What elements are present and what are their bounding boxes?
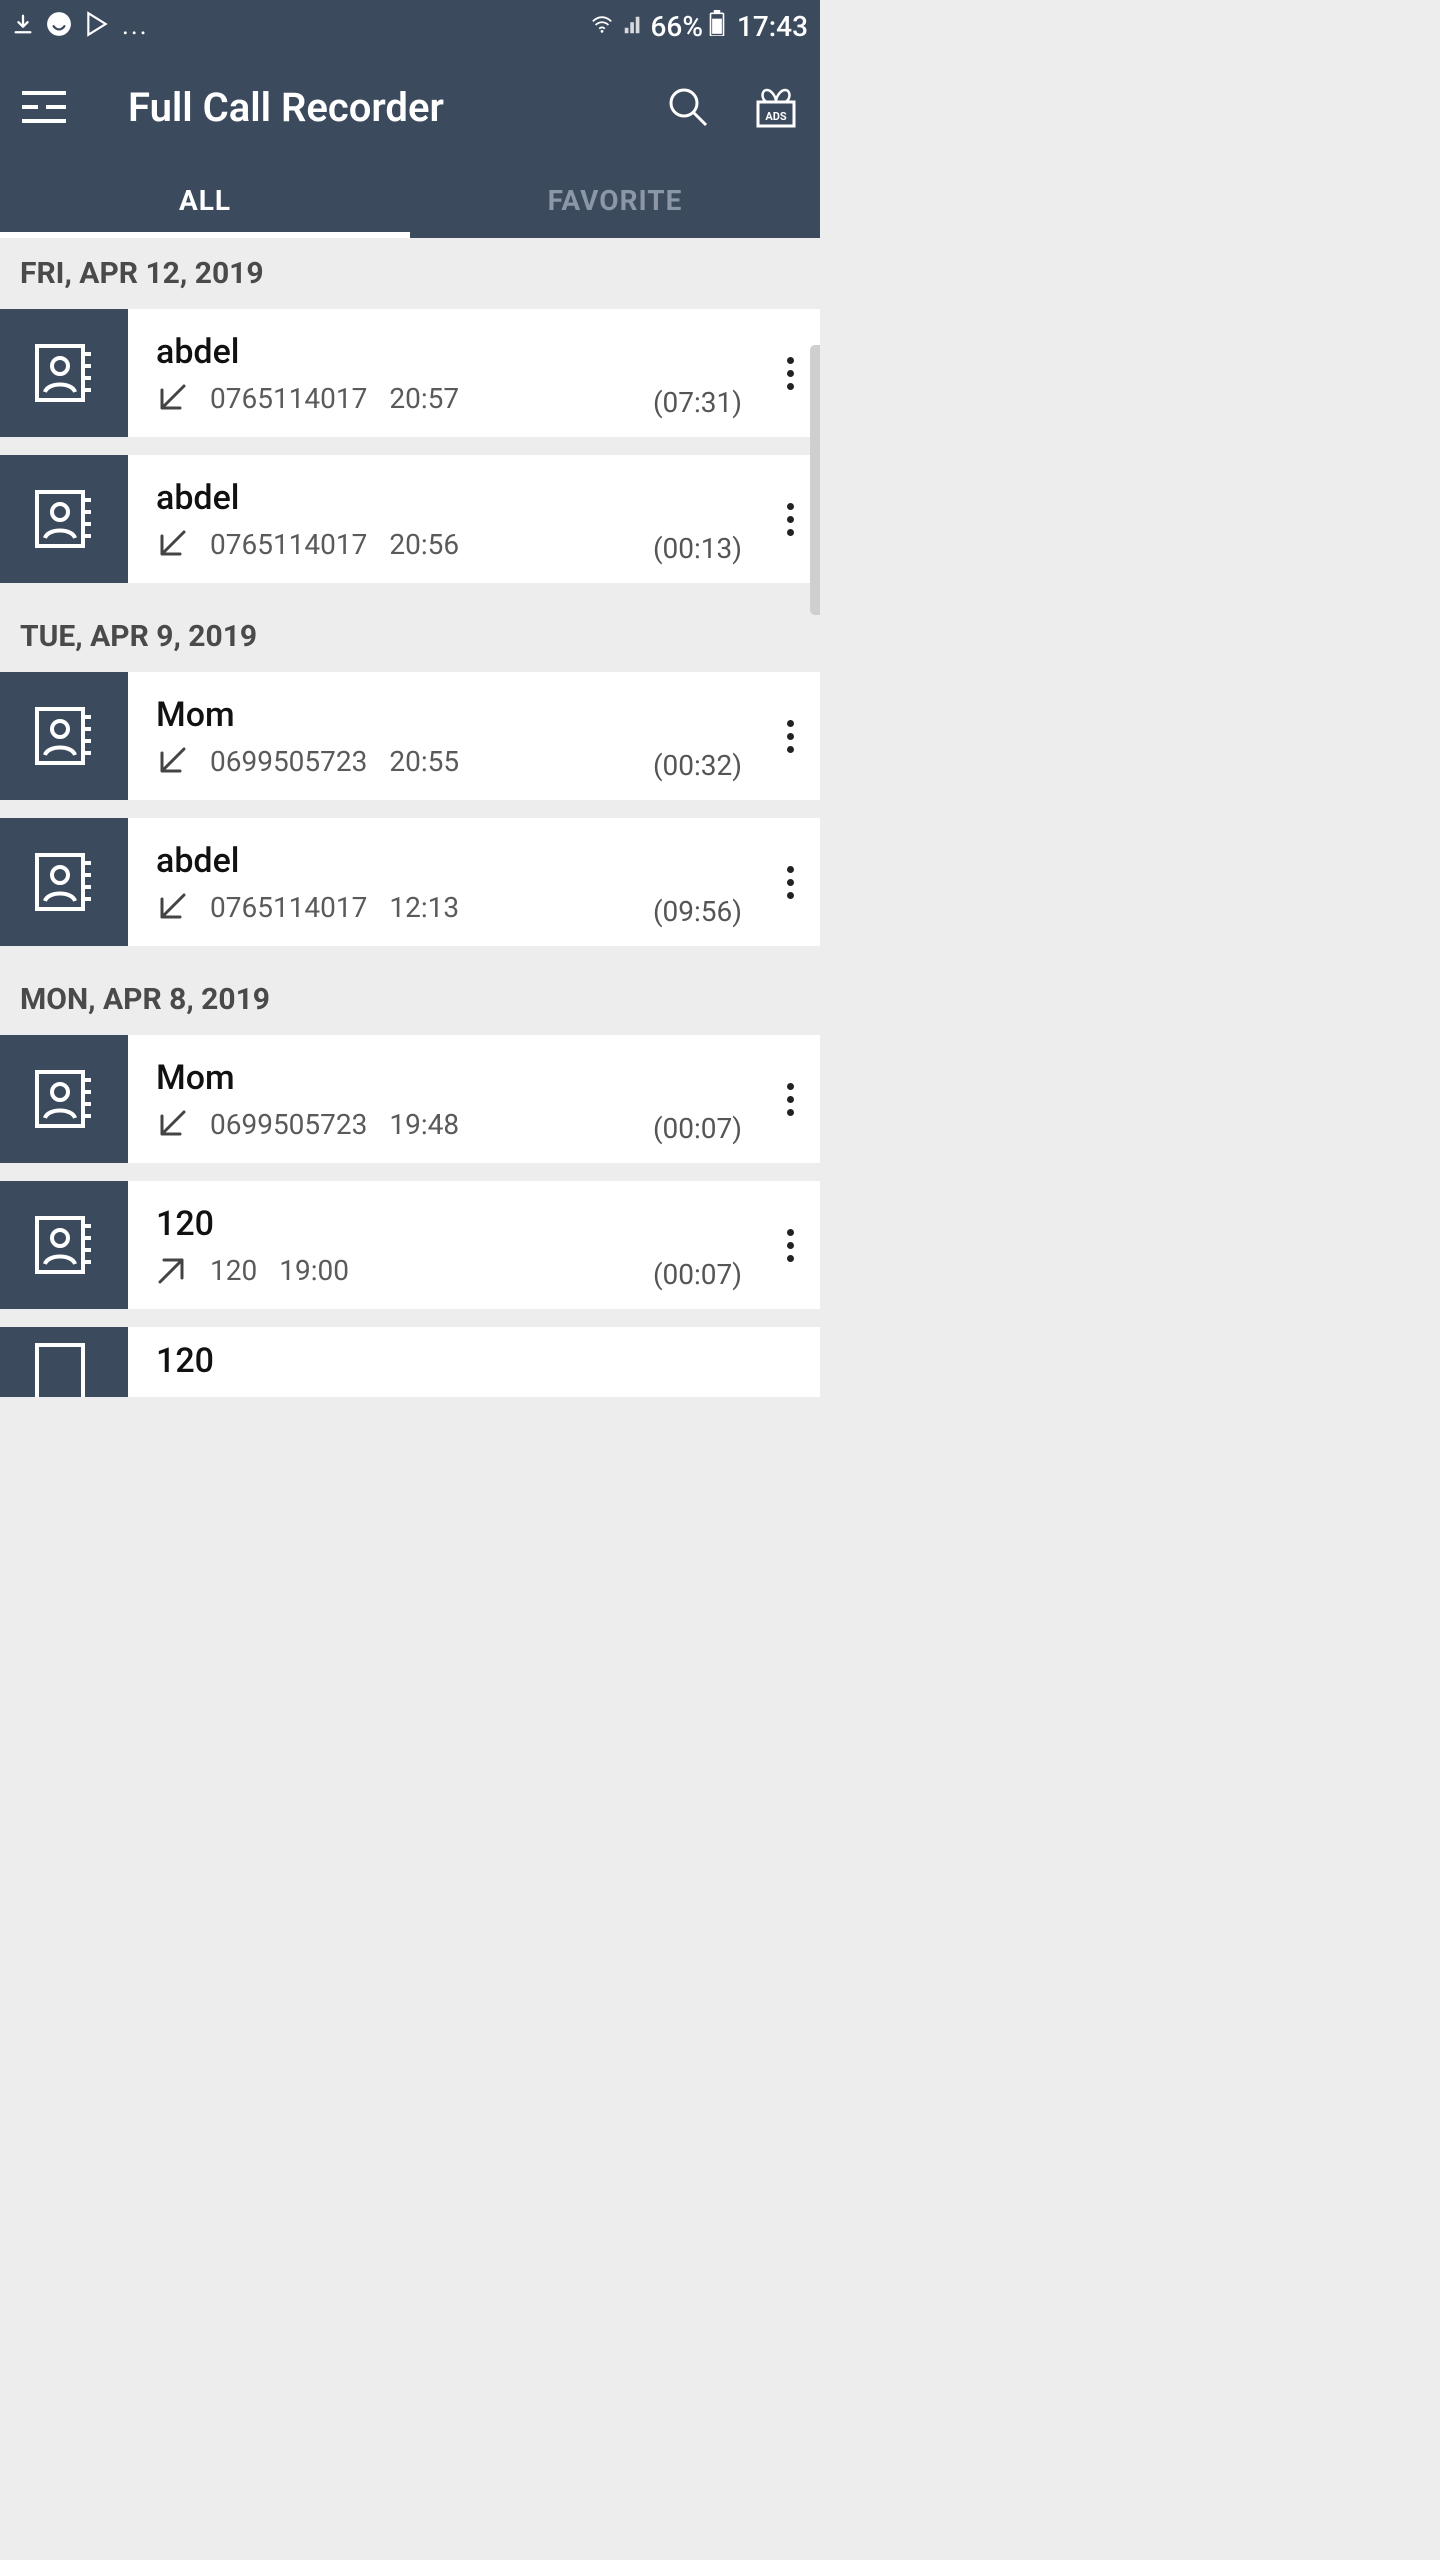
call-name: abdel xyxy=(156,841,653,881)
call-number: 0699505723 xyxy=(210,1108,367,1141)
tab-all[interactable]: ALL xyxy=(0,162,410,238)
status-bar: ... 66% 17:43 xyxy=(0,0,820,52)
call-time: 20:57 xyxy=(389,382,459,415)
call-name: Mom xyxy=(156,1058,653,1098)
contact-icon xyxy=(33,705,95,767)
call-time: 12:13 xyxy=(389,891,459,924)
contact-avatar xyxy=(0,309,128,437)
download-icon xyxy=(12,11,34,41)
call-name: abdel xyxy=(156,332,653,372)
tab-all-label: ALL xyxy=(179,184,231,217)
tab-favorite[interactable]: FAVORITE xyxy=(410,162,820,238)
row-more-button[interactable] xyxy=(760,1035,820,1163)
more-vert-icon xyxy=(787,503,794,536)
signal-icon xyxy=(621,10,645,43)
app-title: Full Call Recorder xyxy=(128,84,624,131)
contact-icon xyxy=(33,488,95,550)
wifi-icon xyxy=(589,10,615,43)
more-vert-icon xyxy=(787,720,794,753)
call-row[interactable]: abdel 0765114017 20:57 (07:31) xyxy=(0,309,820,437)
call-number: 0765114017 xyxy=(210,891,367,924)
search-icon xyxy=(666,85,710,129)
row-more-button[interactable] xyxy=(760,1181,820,1309)
contact-avatar xyxy=(0,455,128,583)
menu-icon xyxy=(20,89,68,125)
call-number: 0699505723 xyxy=(210,745,367,778)
tab-bar: ALL FAVORITE xyxy=(0,162,820,238)
call-time: 20:56 xyxy=(389,528,459,561)
face-icon xyxy=(46,11,72,41)
clock-label: 17:43 xyxy=(737,10,808,43)
date-header: MON, APR 8, 2019 xyxy=(0,964,820,1035)
call-number: 0765114017 xyxy=(210,528,367,561)
contact-avatar xyxy=(0,1327,128,1397)
call-time: 20:55 xyxy=(389,745,459,778)
call-duration: (00:32) xyxy=(653,749,742,782)
contact-avatar xyxy=(0,818,128,946)
contact-icon xyxy=(33,1214,95,1276)
contact-icon xyxy=(33,1341,95,1397)
more-notifications-icon: ... xyxy=(122,11,149,41)
more-vert-icon xyxy=(787,866,794,899)
svg-text:ADS: ADS xyxy=(765,110,787,123)
menu-button[interactable] xyxy=(20,83,68,131)
call-list[interactable]: FRI, APR 12, 2019 abdel 0765114017 20:57… xyxy=(0,238,820,1397)
outgoing-call-icon xyxy=(156,1254,188,1286)
incoming-call-icon xyxy=(156,382,188,414)
call-row[interactable]: abdel 0765114017 12:13 (09:56) xyxy=(0,818,820,946)
more-vert-icon xyxy=(787,1083,794,1116)
date-header: TUE, APR 9, 2019 xyxy=(0,601,820,672)
incoming-call-icon xyxy=(156,745,188,777)
call-row[interactable]: abdel 0765114017 20:56 (00:13) xyxy=(0,455,820,583)
call-duration: (07:31) xyxy=(653,386,742,419)
date-header: FRI, APR 12, 2019 xyxy=(0,238,820,309)
call-name: 120 xyxy=(156,1204,653,1244)
gift-icon: ADS xyxy=(753,84,799,130)
tab-favorite-label: FAVORITE xyxy=(548,184,683,217)
call-name: abdel xyxy=(156,478,653,518)
contact-icon xyxy=(33,1068,95,1130)
ads-gift-button[interactable]: ADS xyxy=(752,83,800,131)
contact-avatar xyxy=(0,672,128,800)
search-button[interactable] xyxy=(664,83,712,131)
call-name: Mom xyxy=(156,695,653,735)
row-more-button[interactable] xyxy=(760,672,820,800)
call-duration: (00:13) xyxy=(653,532,742,565)
scroll-indicator[interactable] xyxy=(810,345,820,615)
call-duration: (00:07) xyxy=(653,1112,742,1145)
contact-icon xyxy=(33,851,95,913)
call-duration: (00:07) xyxy=(653,1258,742,1291)
contact-avatar xyxy=(0,1181,128,1309)
call-name: 120 xyxy=(156,1341,820,1381)
call-row[interactable]: 120 120 19:00 (00:07) xyxy=(0,1181,820,1309)
more-vert-icon xyxy=(787,1229,794,1262)
call-duration: (09:56) xyxy=(653,895,742,928)
call-row[interactable]: Mom 0699505723 19:48 (00:07) xyxy=(0,1035,820,1163)
contact-icon xyxy=(33,342,95,404)
call-row[interactable]: 120 xyxy=(0,1327,820,1397)
incoming-call-icon xyxy=(156,528,188,560)
battery-pct-label: 66% xyxy=(651,10,703,43)
battery-icon xyxy=(709,10,725,43)
play-store-icon xyxy=(84,11,110,41)
call-row[interactable]: Mom 0699505723 20:55 (00:32) xyxy=(0,672,820,800)
contact-avatar xyxy=(0,1035,128,1163)
call-number: 0765114017 xyxy=(210,382,367,415)
more-vert-icon xyxy=(787,357,794,390)
app-bar: Full Call Recorder ADS xyxy=(0,52,820,162)
incoming-call-icon xyxy=(156,891,188,923)
row-more-button[interactable] xyxy=(760,818,820,946)
call-time: 19:00 xyxy=(279,1254,349,1287)
incoming-call-icon xyxy=(156,1108,188,1140)
call-time: 19:48 xyxy=(389,1108,459,1141)
call-number: 120 xyxy=(210,1254,257,1287)
